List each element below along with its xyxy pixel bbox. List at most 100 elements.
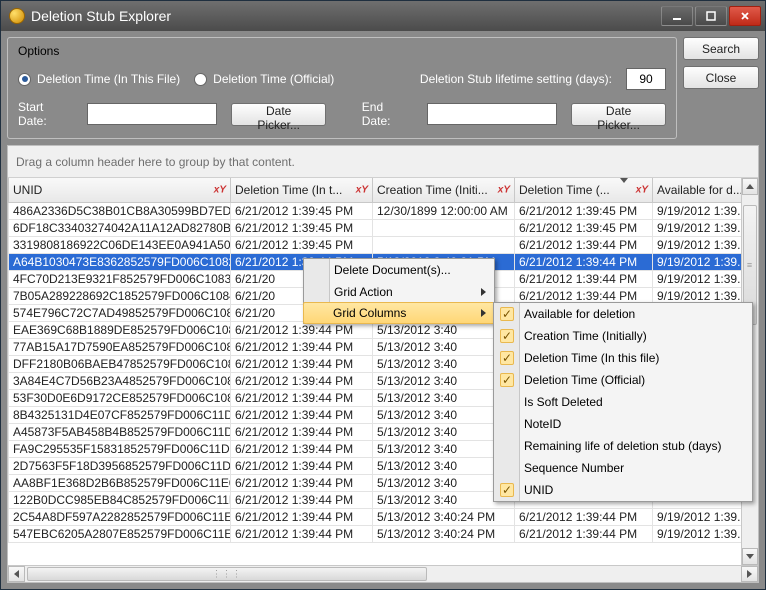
table-cell: 3319808186922C06DE143EE0A941A509: [9, 236, 231, 253]
lifetime-input[interactable]: [626, 68, 666, 90]
table-cell: 9/19/2012 1:39...: [653, 253, 742, 270]
table-cell: 6/21/2012 1:39:44 PM: [231, 474, 373, 491]
table-cell: 5/13/2012 3:40:24 PM: [373, 508, 515, 525]
close-button[interactable]: Close: [683, 66, 759, 89]
table-cell: 53F30D0E6D9172CE852579FD006C108A: [9, 389, 231, 406]
col-unid[interactable]: UNIDxY: [9, 178, 231, 202]
scroll-up-button[interactable]: [742, 178, 758, 195]
close-window-button[interactable]: [729, 6, 761, 26]
chevron-up-icon: [746, 184, 754, 189]
start-date-input[interactable]: [87, 103, 217, 125]
submenu-label: UNID: [524, 483, 553, 497]
table-cell: 6/21/2012 1:39:44 PM: [231, 355, 373, 372]
table-cell: 6/21/2012 1:39:45 PM: [231, 219, 373, 236]
end-date-input[interactable]: [427, 103, 557, 125]
table-row[interactable]: 3319808186922C06DE143EE0A941A5096/21/201…: [9, 236, 742, 253]
scroll-track[interactable]: ⋮⋮⋮: [25, 566, 741, 582]
submenu-item[interactable]: ✓Creation Time (Initially): [494, 325, 752, 347]
col-deletion-time-thisfile[interactable]: Deletion Time (In t...xY: [231, 178, 373, 202]
table-cell: [373, 236, 515, 253]
col-deletion-time-official[interactable]: Deletion Time (...xY: [515, 178, 653, 202]
context-menu[interactable]: Delete Document(s)... Grid Action Grid C…: [303, 258, 495, 324]
table-cell: [373, 219, 515, 236]
submenu-item[interactable]: Is Soft Deleted: [494, 391, 752, 413]
table-cell: 122B0DCC985EB84C852579FD006C11E1: [9, 491, 231, 508]
minimize-button[interactable]: [661, 6, 693, 26]
chevron-left-icon: [14, 570, 19, 578]
titlebar[interactable]: Deletion Stub Explorer: [1, 1, 765, 31]
chevron-down-icon: [746, 554, 754, 559]
table-cell: 8B4325131D4E07CF852579FD006C11DC: [9, 406, 231, 423]
search-button[interactable]: Search: [683, 37, 759, 60]
table-row[interactable]: 2C54A8DF597A2282852579FD006C11E26/21/201…: [9, 508, 742, 525]
table-cell: 9/19/2012 1:39...: [653, 202, 742, 219]
submenu-label: NoteID: [524, 417, 561, 431]
submenu-label: Deletion Time (In this file): [524, 351, 659, 365]
radio-deletion-time-official[interactable]: Deletion Time (Official): [194, 72, 334, 86]
start-date-label: Start Date:: [18, 100, 73, 128]
table-cell: 6/21/2012 1:39:44 PM: [231, 508, 373, 525]
radio-label: Deletion Time (Official): [213, 72, 334, 86]
submenu-label: Sequence Number: [524, 461, 624, 475]
table-cell: 6/21/2012 1:39:45 PM: [231, 236, 373, 253]
col-creation-time[interactable]: Creation Time (Initi...xY: [373, 178, 515, 202]
submenu-item[interactable]: NoteID: [494, 413, 752, 435]
table-row[interactable]: 547EBC6205A2807E852579FD006C11E36/21/201…: [9, 525, 742, 542]
table-row[interactable]: 486A2336D5C38B01CB8A30599BD7ED826/21/201…: [9, 202, 742, 219]
table-row[interactable]: 6DF18C33403274042A11A12AD82780B76/21/201…: [9, 219, 742, 236]
window-title: Deletion Stub Explorer: [31, 8, 661, 24]
grid-columns-submenu[interactable]: ✓Available for deletion✓Creation Time (I…: [493, 302, 753, 502]
start-date-picker-button[interactable]: Date Picker...: [231, 103, 326, 126]
scroll-thumb[interactable]: ⋮⋮⋮: [27, 567, 427, 581]
menu-grid-action[interactable]: Grid Action: [304, 281, 494, 303]
table-cell: 6/21/2012 1:39:44 PM: [231, 372, 373, 389]
group-by-bar[interactable]: Drag a column header here to group by th…: [8, 146, 758, 178]
submenu-item[interactable]: Sequence Number: [494, 457, 752, 479]
check-icon: ✓: [500, 373, 514, 387]
submenu-item[interactable]: ✓ Deletion Time (Official): [494, 369, 752, 391]
col-available-for-deletion[interactable]: Available for d...: [653, 178, 742, 202]
table-cell: 6DF18C33403274042A11A12AD82780B7: [9, 219, 231, 236]
scroll-right-button[interactable]: [741, 566, 758, 582]
table-cell: A64B1030473E8362852579FD006C1082: [9, 253, 231, 270]
submenu-item[interactable]: ✓Available for deletion: [494, 303, 752, 325]
table-cell: 5/13/2012 3:40:24 PM: [373, 525, 515, 542]
submenu-item[interactable]: ✓UNID: [494, 479, 752, 501]
filter-icon[interactable]: xY: [498, 184, 510, 195]
table-cell: 12/30/1899 12:00:00 AM: [373, 202, 515, 219]
radio-icon: [18, 73, 31, 86]
radio-icon: [194, 73, 207, 86]
table-cell: 6/21/2012 1:39:44 PM: [231, 423, 373, 440]
filter-icon[interactable]: xY: [356, 184, 368, 195]
table-cell: 6/21/2012 1:39:44 PM: [515, 253, 653, 270]
filter-icon[interactable]: xY: [214, 184, 226, 195]
check-icon: ✓: [500, 351, 514, 365]
menu-delete-documents[interactable]: Delete Document(s)...: [304, 259, 494, 281]
options-legend: Options: [18, 44, 666, 58]
table-cell: DFF2180B06BAEB47852579FD006C1088: [9, 355, 231, 372]
check-icon: [500, 439, 514, 453]
end-date-label: End Date:: [362, 100, 413, 128]
horizontal-scrollbar[interactable]: ⋮⋮⋮: [8, 565, 758, 582]
table-cell: 9/19/2012 1:39...: [653, 525, 742, 542]
scroll-down-button[interactable]: [742, 548, 758, 565]
maximize-button[interactable]: [695, 6, 727, 26]
app-icon: [9, 8, 25, 24]
sort-desc-icon: [620, 178, 628, 197]
table-cell: 6/21/2012 1:39:44 PM: [515, 525, 653, 542]
table-cell: 7B05A289228692C1852579FD006C1084: [9, 287, 231, 304]
table-cell: 6/21/2012 1:39:45 PM: [515, 219, 653, 236]
submenu-item[interactable]: Remaining life of deletion stub (days): [494, 435, 752, 457]
radio-deletion-time-thisfile[interactable]: Deletion Time (In This File): [18, 72, 180, 86]
end-date-picker-button[interactable]: Date Picker...: [571, 103, 666, 126]
menu-grid-columns[interactable]: Grid Columns: [303, 302, 495, 324]
submenu-item[interactable]: ✓ Deletion Time (In this file): [494, 347, 752, 369]
options-group: Options Deletion Time (In This File) Del…: [7, 37, 677, 139]
submenu-label: Is Soft Deleted: [524, 395, 603, 409]
filter-icon[interactable]: xY: [636, 184, 648, 195]
table-cell: 2D7563F5F18D3956852579FD006C11DF: [9, 457, 231, 474]
scroll-left-button[interactable]: [8, 566, 25, 582]
submenu-label: Deletion Time (Official): [524, 373, 645, 387]
table-cell: 6/21/2012 1:39:44 PM: [231, 406, 373, 423]
app-window: Deletion Stub Explorer Options Deletion …: [0, 0, 766, 590]
